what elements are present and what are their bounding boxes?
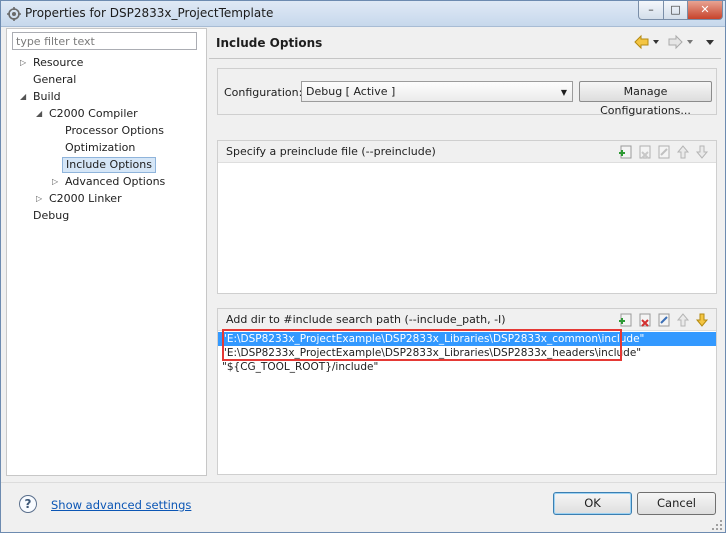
app-icon xyxy=(7,7,21,21)
footer-divider xyxy=(1,482,725,483)
resize-grip-icon[interactable] xyxy=(711,519,723,531)
manage-configurations-button[interactable]: Manage Configurations... xyxy=(579,81,712,117)
tree-item-optimization[interactable]: Optimization xyxy=(65,140,135,156)
configuration-select[interactable]: Debug [ Active ] ▼ xyxy=(301,81,573,102)
title-bar[interactable]: Properties for DSP2833x_ProjectTemplate … xyxy=(1,1,725,27)
content-panel: Include Options Configuration: Debug [A… xyxy=(209,28,721,476)
include-path-row[interactable]: "${CG_TOOL_ROOT}/include" xyxy=(218,360,716,374)
include-path-title: Add dir to #include search path (--inclu… xyxy=(226,313,506,326)
cancel-button[interactable]: Cancel xyxy=(637,492,716,515)
maximize-button[interactable]: □ xyxy=(663,1,688,20)
include-path-row[interactable]: "E:\DSP8233x_ProjectExample\DSP2833x_Lib… xyxy=(218,332,716,346)
view-menu-chevron-icon[interactable] xyxy=(706,40,714,45)
add-icon[interactable] xyxy=(618,312,634,328)
collapse-arrow-icon[interactable]: ◢ xyxy=(36,106,46,122)
expand-arrow-icon[interactable]: ▷ xyxy=(36,191,46,207)
minimize-button[interactable]: – xyxy=(638,1,664,20)
move-down-icon[interactable] xyxy=(694,312,710,328)
help-icon[interactable]: ? xyxy=(19,495,37,513)
chevron-down-icon: ▼ xyxy=(560,88,567,97)
preinclude-toolbar xyxy=(618,144,710,160)
include-path-group: Add dir to #include search path (--inclu… xyxy=(217,308,717,475)
expand-arrow-icon[interactable]: ▷ xyxy=(20,55,30,71)
tree-item-general[interactable]: General xyxy=(33,72,76,88)
edit-icon[interactable] xyxy=(656,144,672,160)
tree-item-resource[interactable]: Resource xyxy=(33,55,83,71)
close-button[interactable]: ✕ xyxy=(687,1,723,20)
back-menu-chevron-icon[interactable] xyxy=(653,40,659,44)
add-icon[interactable] xyxy=(618,144,634,160)
move-up-icon[interactable] xyxy=(675,144,691,160)
back-arrow-icon[interactable] xyxy=(634,34,649,50)
delete-icon[interactable] xyxy=(637,312,653,328)
preinclude-header: Specify a preinclude file (--preinclude) xyxy=(218,141,716,163)
window-title: Properties for DSP2833x_ProjectTemplate xyxy=(25,6,274,20)
preinclude-title: Specify a preinclude file (--preinclude) xyxy=(226,145,436,158)
configuration-group: Configuration: Debug [ Active ] ▼ Manage… xyxy=(217,68,717,117)
include-path-row[interactable]: "E:\DSP8233x_ProjectExample\DSP2833x_Lib… xyxy=(218,346,716,360)
expand-arrow-icon[interactable]: ▷ xyxy=(52,174,62,190)
configuration-value: Debug [ Active ] xyxy=(306,85,396,98)
tree-item-c2000-linker[interactable]: C2000 Linker xyxy=(49,191,122,207)
forward-arrow-icon[interactable] xyxy=(668,34,683,50)
tree-item-c2000-compiler[interactable]: C2000 Compiler xyxy=(49,106,138,122)
delete-icon[interactable] xyxy=(637,144,653,160)
edit-icon[interactable] xyxy=(656,312,672,328)
forward-menu-chevron-icon[interactable] xyxy=(687,40,693,44)
properties-dialog: Properties for DSP2833x_ProjectTemplate … xyxy=(0,0,726,533)
ok-button[interactable]: OK xyxy=(553,492,632,515)
filter-input[interactable] xyxy=(12,32,197,50)
tree-item-advanced-options[interactable]: Advanced Options xyxy=(65,174,165,190)
move-down-icon[interactable] xyxy=(694,144,710,160)
move-up-icon[interactable] xyxy=(675,312,691,328)
show-advanced-settings-link[interactable]: Show advanced settings xyxy=(51,498,191,512)
tree-item-processor-options[interactable]: Processor Options xyxy=(65,123,164,139)
page-title: Include Options xyxy=(216,36,323,50)
header-divider xyxy=(209,58,721,59)
preinclude-group: Specify a preinclude file (--preinclude) xyxy=(217,140,717,294)
configuration-label: Configuration: xyxy=(224,86,303,99)
include-path-toolbar xyxy=(618,312,710,328)
tree-item-build[interactable]: Build xyxy=(33,89,61,105)
category-panel: ▷ Resource General ◢ Build ◢ C2000 Compi… xyxy=(6,28,207,476)
history-nav xyxy=(634,34,714,50)
collapse-arrow-icon[interactable]: ◢ xyxy=(20,89,30,105)
tree-item-include-options[interactable]: Include Options xyxy=(62,157,156,173)
tree-item-debug[interactable]: Debug xyxy=(33,208,69,224)
include-path-header: Add dir to #include search path (--inclu… xyxy=(218,309,716,331)
